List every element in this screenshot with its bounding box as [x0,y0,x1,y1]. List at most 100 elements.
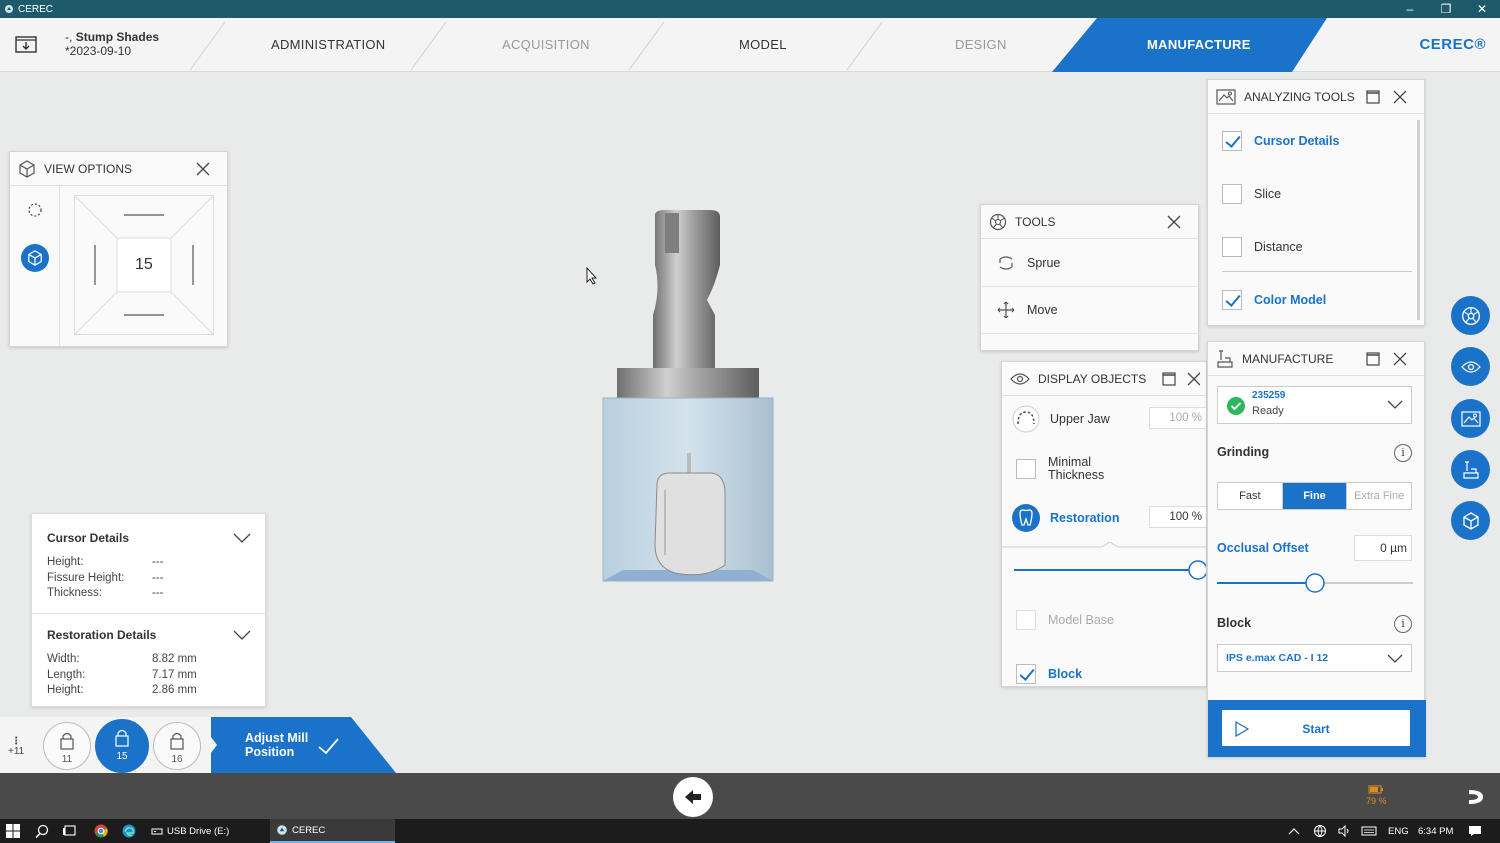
grinding-extra-fine[interactable]: Extra Fine [1347,483,1411,509]
width-label: Width: [47,653,80,665]
manufacture-header[interactable]: MANUFACTURE [1208,342,1424,376]
close-icon[interactable] [1166,214,1182,230]
display-objects-panel: DISPLAY OBJECTS Upper Jaw 100 % Minimal … [1001,361,1207,687]
analyzing-color-model[interactable]: Color Model [1222,290,1326,310]
start-button[interactable]: Start [1222,710,1410,746]
block-row[interactable]: Block [1012,664,1082,684]
cerec-taskbar-button[interactable]: CEREC [270,819,395,843]
checkbox[interactable] [1222,131,1242,151]
notifications-icon[interactable] [1468,819,1482,843]
tool-sprue[interactable]: Sprue [981,240,1199,287]
tooth-15-button[interactable]: 15 [95,719,149,773]
maximize-icon[interactable] [1366,352,1380,366]
cursor-fissure-value: --- [152,572,164,584]
tooth-number: 16 [171,754,183,765]
rotate-dashed-icon[interactable] [27,202,43,218]
upper-jaw-opacity[interactable]: 100 % [1149,407,1206,429]
tool-move[interactable]: Move [981,287,1199,334]
close-icon[interactable] [1392,351,1408,367]
analyzing-tools-header[interactable]: ANALYZING TOOLS [1208,80,1424,114]
tooth-icon [1019,509,1033,526]
manufacture-panel: MANUFACTURE 235259 Ready Grinding i Fast… [1207,341,1426,757]
info-icon[interactable]: i [1394,444,1412,462]
checkbox[interactable] [1222,290,1242,310]
block-select[interactable]: IPS e.max CAD - I 12 [1217,644,1412,672]
upper-jaw-row[interactable]: Upper Jaw [1012,405,1110,433]
cube-icon [19,159,35,178]
minimize-button[interactable]: – [1392,0,1428,18]
analyzing-item-label: Slice [1254,187,1282,201]
machine-select[interactable]: 235259 Ready [1217,386,1412,424]
input-language[interactable]: ENG [1388,819,1409,843]
close-icon[interactable] [1186,371,1200,387]
tray-chevron-up-icon[interactable] [1288,819,1300,843]
step-model[interactable]: MODEL [739,37,787,52]
keyboard-icon[interactable] [1361,819,1377,843]
close-window-button[interactable]: ✕ [1464,0,1500,18]
display-objects-toggle-button[interactable] [1451,347,1490,386]
usb-drive-taskbar-button[interactable]: USB Drive (E:) [145,819,267,843]
view-options-header[interactable]: VIEW OPTIONS [10,152,227,186]
tooth-16-button[interactable]: 16 [153,722,201,770]
chevron-down-icon[interactable] [233,629,251,641]
restoration-transparency-slider[interactable] [1002,542,1207,582]
tools-toggle-button[interactable] [1451,296,1490,335]
more-teeth-button[interactable]: ⋮ +11 [8,737,24,757]
step-acquisition[interactable]: ACQUISITION [502,37,590,52]
analyzing-tools-panel: ANALYZING TOOLS Cursor Details Slice Dis… [1207,79,1425,326]
task-view-button[interactable] [62,819,76,843]
minimal-thickness-row[interactable]: Minimal Thickness [1012,456,1128,482]
grinding-fine[interactable]: Fine [1282,483,1348,509]
analyzing-cursor-details[interactable]: Cursor Details [1222,131,1339,151]
step-manufacture[interactable]: MANUFACTURE [1147,37,1251,52]
tooth-11-button[interactable]: 11 [43,722,91,770]
maximize-icon[interactable] [1366,90,1380,104]
step-administration[interactable]: ADMINISTRATION [271,37,385,52]
block-checkbox[interactable] [1016,664,1036,684]
tooth-selection-bar: ⋮ +11 11 15 16 Adjust Mill Position [0,717,400,773]
restoration-row[interactable]: Restoration [1012,504,1119,532]
scrollbar[interactable] [1417,120,1420,320]
occlusal-offset-input[interactable]: 0 µm [1354,535,1412,561]
restore-button[interactable]: ❐ [1428,0,1464,18]
chrome-taskbar-button[interactable] [94,819,108,843]
upper-jaw-label: Upper Jaw [1050,412,1110,426]
restoration-3d-view[interactable] [595,205,785,590]
tools-header[interactable]: TOOLS [981,205,1198,239]
checkbox[interactable] [1222,237,1242,257]
restoration-opacity[interactable]: 100 % [1149,506,1206,528]
model-base-row[interactable]: Model Base [1012,610,1114,630]
view-options-title: VIEW OPTIONS [44,161,133,176]
manufacture-toggle-button[interactable] [1451,450,1490,489]
info-icon[interactable]: i [1394,615,1412,633]
battery-icon [1368,785,1384,794]
view-options-toggle-button[interactable] [1451,501,1490,540]
view-options-panel: VIEW OPTIONS 15 [9,151,228,347]
model-base-checkbox[interactable] [1016,610,1036,630]
restoration-toggle[interactable] [1012,504,1040,532]
close-icon[interactable] [195,161,211,177]
taskbar-search-button[interactable] [35,819,49,843]
eye-icon [1460,360,1481,373]
analyzing-distance[interactable]: Distance [1222,237,1303,257]
checkbox[interactable] [1222,184,1242,204]
taskbar-clock[interactable]: 6:34 PM [1418,819,1453,843]
display-objects-header[interactable]: DISPLAY OBJECTS [1002,362,1206,396]
maximize-icon[interactable] [1162,372,1176,386]
back-button[interactable] [673,777,713,817]
network-icon[interactable] [1313,819,1327,843]
start-menu-button[interactable] [6,819,20,843]
close-icon[interactable] [1392,89,1408,105]
analyzing-tools-toggle-button[interactable] [1451,399,1490,438]
analyzing-slice[interactable]: Slice [1222,184,1281,204]
grinding-fast[interactable]: Fast [1218,483,1283,509]
volume-icon[interactable] [1337,819,1351,843]
chevron-down-icon[interactable] [233,532,251,544]
chrome-icon [94,824,108,838]
view-3d-button[interactable] [21,244,49,272]
width-value: 8.82 mm [152,653,197,665]
occlusal-offset-slider[interactable] [1217,572,1413,594]
edge-taskbar-button[interactable] [122,819,136,843]
minimal-thickness-checkbox[interactable] [1016,459,1036,479]
step-design[interactable]: DESIGN [955,37,1007,52]
